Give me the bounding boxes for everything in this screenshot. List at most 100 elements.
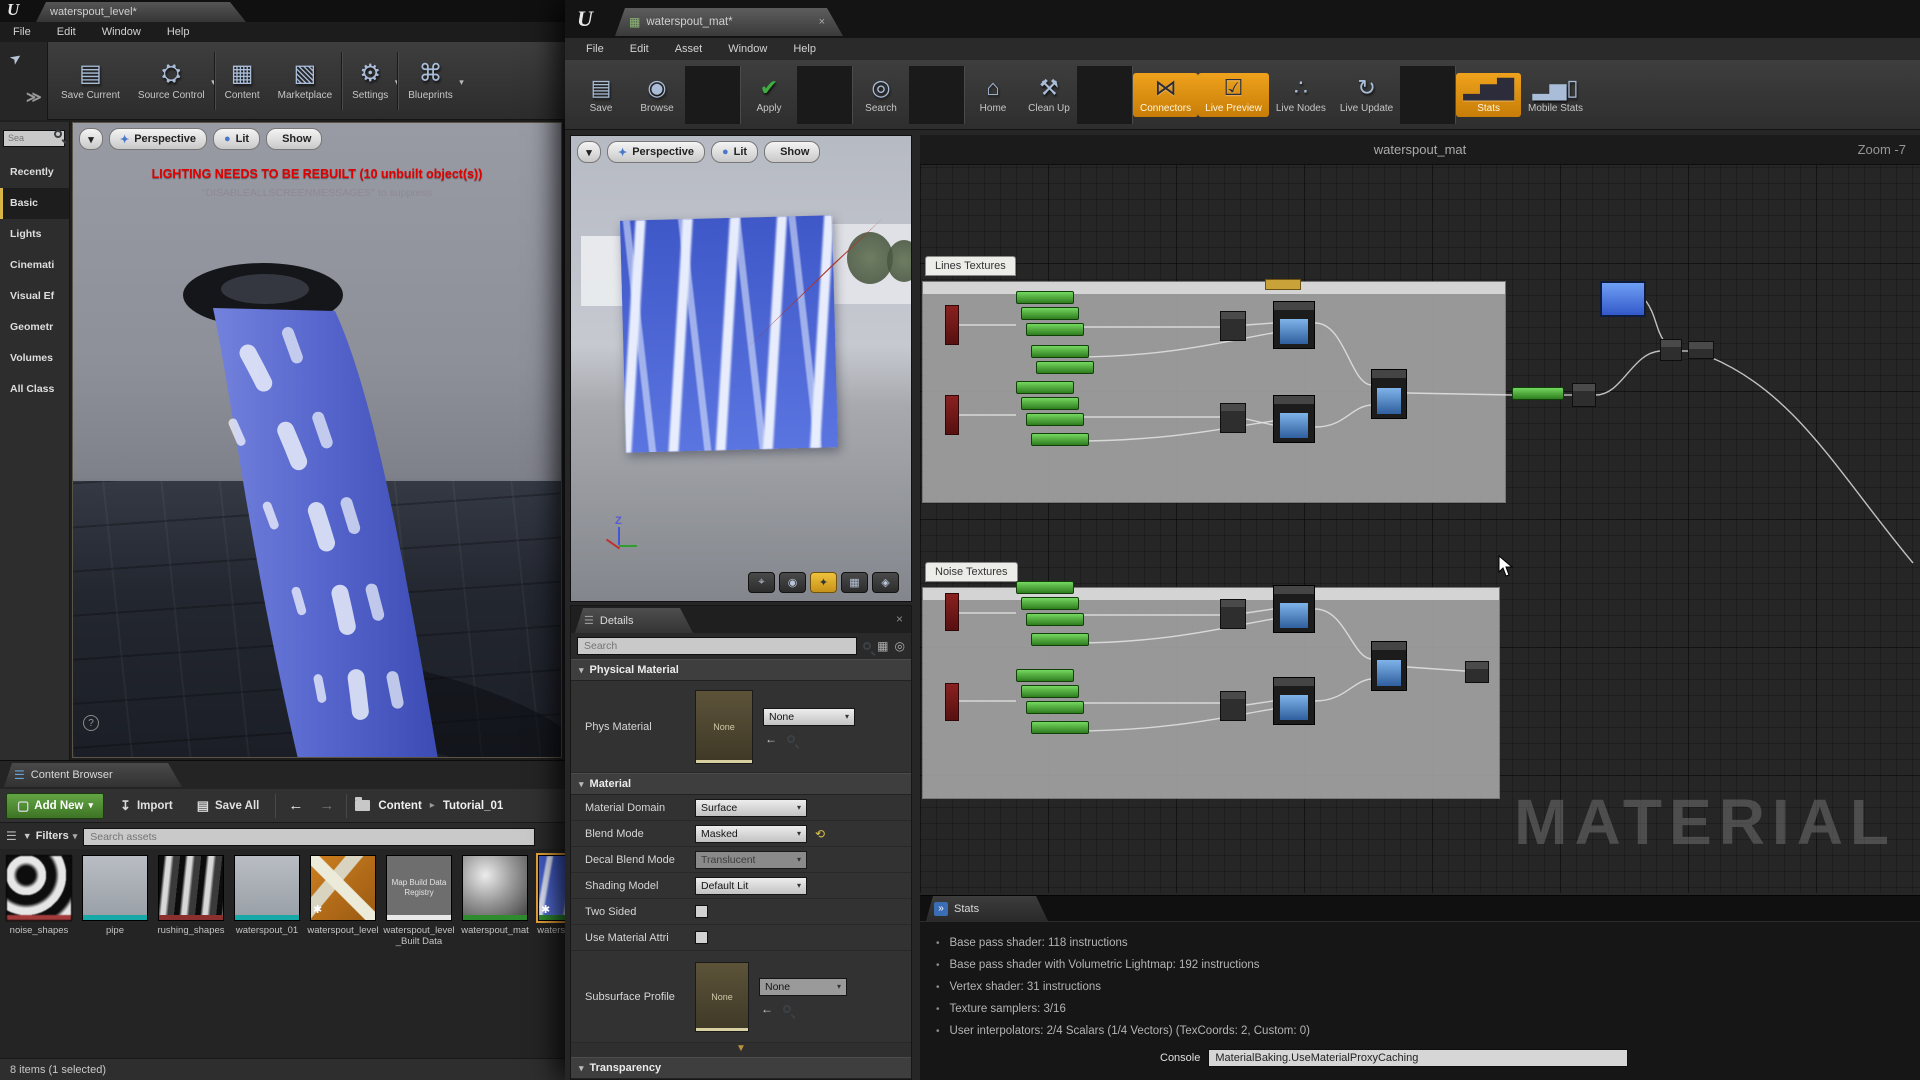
- graph-node[interactable]: [1016, 669, 1074, 682]
- toolbar-button[interactable]: ▂▅▯ Mobile Stats ▾: [1521, 73, 1590, 117]
- graph-node[interactable]: [1273, 677, 1315, 725]
- checkbox[interactable]: [695, 905, 708, 918]
- toolbar-button[interactable]: ⌂ Home ▾: [965, 73, 1021, 117]
- comment-box[interactable]: Noise Textures: [922, 587, 1500, 799]
- level-viewport[interactable]: ▾ ✦ Perspective ● Lit Show LIGHTING NEED…: [72, 122, 562, 758]
- property-dropdown[interactable]: Masked ▾: [695, 825, 807, 843]
- level-tab[interactable]: waterspout_level*: [36, 2, 246, 22]
- graph-node[interactable]: [1021, 397, 1079, 410]
- graph-node[interactable]: [1031, 633, 1089, 646]
- asset-tile[interactable]: Map Build Data Registry waterspout_level…: [384, 855, 454, 1053]
- preview-tool-button[interactable]: ▦: [841, 572, 868, 593]
- graph-node[interactable]: [945, 593, 959, 631]
- place-actors-category[interactable]: Visual Ef: [0, 281, 69, 312]
- visibility-icon[interactable]: ◎: [895, 639, 905, 653]
- graph-node[interactable]: [1016, 381, 1074, 394]
- use-selected-icon[interactable]: ←: [765, 732, 777, 746]
- graph-node[interactable]: [1660, 339, 1682, 361]
- graph-node[interactable]: [1220, 691, 1246, 721]
- phys-material-dropdown[interactable]: None ▾: [763, 708, 855, 726]
- graph-node[interactable]: [1371, 641, 1407, 691]
- toolbar-button[interactable]: ▤ Save Current ▾: [52, 57, 129, 105]
- toolbar-button[interactable]: ▧ Marketplace ▾: [269, 57, 341, 105]
- subsurface-thumbnail[interactable]: None: [695, 962, 749, 1032]
- asset-search[interactable]: [83, 827, 535, 846]
- asset-tile[interactable]: noise_shapes: [4, 855, 74, 1053]
- graph-node[interactable]: [1016, 581, 1074, 594]
- asset-thumbnail[interactable]: Map Build Data Registry: [386, 855, 452, 921]
- advanced-expand-icon[interactable]: ▼: [571, 1043, 911, 1057]
- graph-node[interactable]: [1512, 387, 1564, 400]
- close-icon[interactable]: ×: [819, 16, 825, 28]
- save-all-button[interactable]: ▤ Save All: [189, 793, 268, 819]
- console-input[interactable]: [1208, 1049, 1628, 1067]
- property-dropdown[interactable]: Surface ▾: [695, 799, 807, 817]
- add-new-button[interactable]: ▢ Add New ▾: [6, 793, 104, 819]
- toolbar-button[interactable]: ↻ Live Update ▾: [1333, 73, 1400, 117]
- asset-search-input[interactable]: [83, 828, 535, 846]
- graph-node[interactable]: [1036, 361, 1094, 374]
- content-browser-tab[interactable]: ☰ Content Browser: [4, 763, 182, 787]
- property-dropdown[interactable]: Translucent ▾: [695, 851, 807, 869]
- toolbar-button[interactable]: ▾: [1077, 66, 1133, 124]
- graph-node[interactable]: [1021, 685, 1079, 698]
- graph-node[interactable]: [1220, 599, 1246, 629]
- toolbar-button[interactable]: ◉ Browse ▾: [629, 73, 685, 117]
- asset-thumbnail[interactable]: [462, 855, 528, 921]
- checkbox[interactable]: [695, 931, 708, 944]
- toolbar-button[interactable]: ◎ Search ▾: [853, 73, 909, 117]
- graph-node[interactable]: [1600, 281, 1646, 317]
- subsurface-dropdown[interactable]: None ▾: [759, 978, 847, 996]
- viewport-mode-button[interactable]: ● Lit: [711, 141, 758, 163]
- comment-label[interactable]: Lines Textures: [925, 256, 1016, 276]
- viewport-mode-button[interactable]: ✦ Perspective: [109, 128, 207, 150]
- toolbar-button[interactable]: ∴ Live Nodes ▾: [1269, 73, 1333, 117]
- menu-item[interactable]: Window: [89, 26, 154, 38]
- menu-item[interactable]: Help: [780, 43, 829, 55]
- help-icon[interactable]: ?: [83, 715, 99, 731]
- graph-node[interactable]: [1026, 413, 1084, 426]
- section-transparency[interactable]: ▾ Transparency: [571, 1057, 911, 1079]
- viewport-mode-button[interactable]: ✦ Perspective: [607, 141, 705, 163]
- details-search-input[interactable]: [577, 637, 857, 655]
- asset-tile[interactable]: waterspout_mat: [536, 855, 566, 1053]
- menu-item[interactable]: Help: [154, 26, 203, 38]
- forward-button[interactable]: →: [315, 797, 338, 814]
- material-preview-viewport[interactable]: ▾ ✦ Perspective ● Lit Show Z ⌖◉✦: [570, 135, 912, 602]
- property-dropdown[interactable]: Default Lit ▾: [695, 877, 807, 895]
- import-button[interactable]: ↧ Import: [112, 793, 181, 819]
- asset-thumbnail[interactable]: [6, 855, 72, 921]
- toolbar-button[interactable]: ▾: [685, 66, 741, 124]
- toolbar-button[interactable]: ▾: [909, 66, 965, 124]
- material-graph[interactable]: Lines Textures Noise Textures waterspout…: [920, 135, 1920, 893]
- section-physical-material[interactable]: ▾ Physical Material: [571, 659, 911, 681]
- graph-node[interactable]: [1220, 403, 1246, 433]
- graph-node[interactable]: [1021, 307, 1079, 320]
- asset-tile[interactable]: rushing_shapes: [156, 855, 226, 1053]
- use-selected-icon[interactable]: ←: [761, 1002, 773, 1016]
- menu-item[interactable]: File: [0, 26, 44, 38]
- back-button[interactable]: ←: [284, 797, 307, 814]
- asset-tile[interactable]: waterspout_mat: [460, 855, 530, 1053]
- preview-tool-button[interactable]: ⌖: [748, 572, 775, 593]
- graph-node[interactable]: [1273, 301, 1315, 349]
- viewport-mode-button[interactable]: ● Lit: [213, 128, 260, 150]
- toolbar-button[interactable]: ▾: [1400, 66, 1456, 124]
- graph-node[interactable]: [1220, 311, 1246, 341]
- material-tab[interactable]: ▦ waterspout_mat* ×: [615, 8, 843, 36]
- toolbar-button[interactable]: ⚒ Clean Up ▾: [1021, 73, 1077, 117]
- pointer-icon[interactable]: ➤: [6, 48, 25, 69]
- graph-node[interactable]: [1031, 721, 1089, 734]
- graph-node[interactable]: [945, 683, 959, 721]
- asset-tile[interactable]: waterspout_level: [308, 855, 378, 1053]
- details-tab[interactable]: ☰ Details: [575, 608, 693, 633]
- place-actors-category[interactable]: Basic: [0, 188, 69, 219]
- section-material[interactable]: ▾ Material: [571, 773, 911, 795]
- preview-tool-button[interactable]: ◈: [872, 572, 899, 593]
- toolbar-button[interactable]: ⋈ Connectors ▾: [1133, 73, 1198, 117]
- browse-asset-icon[interactable]: [783, 1005, 791, 1013]
- graph-node[interactable]: [1465, 661, 1489, 683]
- filters-button[interactable]: ▼ Filters ▾: [23, 830, 77, 842]
- asset-thumbnail[interactable]: [82, 855, 148, 921]
- asset-thumbnail[interactable]: [158, 855, 224, 921]
